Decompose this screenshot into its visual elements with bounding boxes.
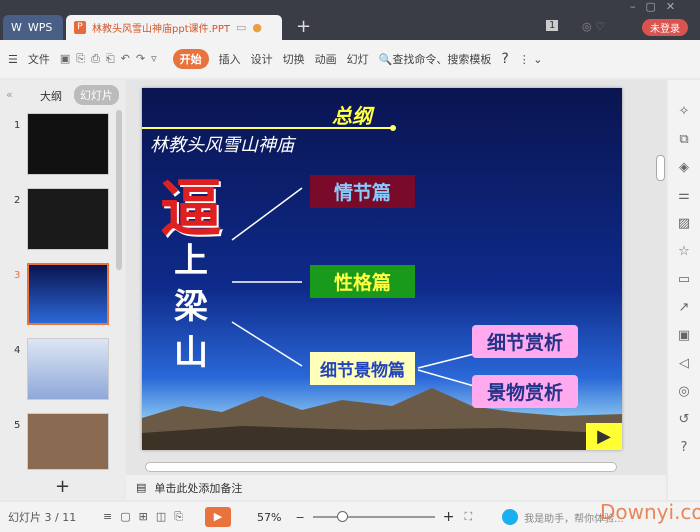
panel-scrollbar[interactable] [116, 110, 122, 270]
slides-panel: « 大纲 幻灯片 1 2 3 4 5 + [0, 80, 125, 500]
picture-icon[interactable]: ▣ [678, 328, 690, 343]
status-bar: 幻灯片 3 / 11 ≡▢⊞◫⎘ ▶ 57% − + ⛶ 我是助手，帮你体验..… [0, 502, 700, 532]
slide-number: 5 [14, 420, 21, 431]
more-icon[interactable]: ⋮ ⌄ [519, 53, 543, 66]
slide[interactable]: 总纲 林教头风雪山神庙 逼 上梁山 情节篇 性格篇 细节景物篇 细节赏析 景物赏… [142, 88, 622, 450]
slide-number: 4 [14, 345, 21, 356]
document-tab[interactable]: P 林教头风雪山神庙ppt课件.PPT ▭ ● [66, 15, 282, 40]
tab-slideshow[interactable]: 幻灯 [347, 51, 369, 67]
history-icon[interactable]: ↺ [679, 412, 690, 427]
zoom-out-button[interactable]: − [295, 511, 304, 524]
page-badge[interactable]: 1 [546, 20, 559, 31]
star-icon[interactable]: ☆ [678, 244, 690, 259]
sound-icon[interactable]: ◁ [679, 356, 689, 371]
notes-placeholder: 单击此处添加备注 [154, 481, 243, 495]
big-character: 逼 [160, 172, 223, 245]
help-icon[interactable]: ? [681, 440, 688, 455]
watermark: Downyi.com [600, 500, 700, 524]
share-icon[interactable]: ↗ [679, 300, 690, 315]
monitor-icon[interactable]: ▭ [236, 21, 246, 34]
fit-icon[interactable]: ⛶ [464, 510, 472, 524]
underline-dot [390, 125, 396, 131]
slide-thumbnail-3[interactable] [27, 263, 109, 325]
zoom-value[interactable]: 57% [257, 511, 281, 524]
slide-number: 2 [14, 195, 21, 206]
collapse-icon[interactable]: « [6, 88, 13, 101]
notes-bar[interactable]: ▤ 单击此处添加备注 [126, 475, 666, 500]
tab-insert[interactable]: 插入 [219, 51, 241, 67]
add-slide-button[interactable]: + [55, 476, 70, 497]
quick-tools[interactable]: ▣⎘⎙⎗↶↷▿ [60, 52, 163, 66]
slide-count: 幻灯片 3 / 11 [8, 511, 77, 524]
doc-tab-label: 林教头风雪山神庙ppt课件.PPT [92, 24, 230, 35]
window-controls[interactable]: –▢✕ [630, 0, 685, 13]
skin-icon[interactable]: ◎ ♡ [582, 20, 605, 33]
wps-logo-icon: W [11, 21, 22, 34]
tab-start[interactable]: 开始 [172, 49, 209, 69]
slide-thumbnail-1[interactable] [27, 113, 109, 175]
toolbar: ☰ 文件 ▣⎘⎙⎗↶↷▿ 开始 插入 设计 切换 动画 幻灯 🔍查找命令、搜索模… [0, 40, 700, 78]
magic-icon[interactable]: ✧ [679, 104, 690, 119]
search-label: 查找命令、搜索模板 [392, 53, 492, 66]
slide-number: 1 [14, 120, 21, 131]
vertical-char: 山 [174, 333, 208, 373]
view-buttons[interactable]: ≡▢⊞◫⎘ [103, 510, 191, 524]
right-sidebar: ✧ ⧉ ◈ ⚌ ▨ ☆ ▭ ↗ ▣ ◁ ◎ ↺? [668, 80, 700, 500]
search-icon: 🔍 [378, 53, 393, 66]
wps-tab-label: WPS [27, 21, 53, 34]
tab-outline[interactable]: 大纲 [40, 88, 62, 104]
zoom-slider-handle[interactable] [336, 511, 348, 522]
box-character: 性格篇 [310, 265, 415, 298]
file-menu[interactable]: 文件 [28, 51, 50, 67]
box-detail-analysis: 细节赏析 [472, 325, 578, 358]
help-button[interactable]: ? [501, 51, 508, 67]
slide-thumbnail-2[interactable] [27, 188, 109, 250]
vertical-char: 上 [174, 241, 208, 281]
tab-transition[interactable]: 切换 [283, 51, 305, 67]
play-icon[interactable]: ▶ [586, 423, 622, 450]
ppt-file-icon: P [74, 21, 86, 34]
zoom-slider[interactable] [312, 511, 435, 522]
horizontal-scrollbar[interactable] [145, 462, 617, 472]
notes-icon: ▤ [136, 481, 147, 494]
box-detail-scene: 细节景物篇 [310, 352, 415, 385]
vertical-char: 梁 [174, 287, 208, 327]
slide-title: 总纲 [332, 104, 372, 128]
slide-thumbnail-5[interactable] [27, 413, 109, 470]
slide-subtitle: 林教头风雪山神庙 [150, 135, 294, 156]
box-icon[interactable]: ▭ [678, 272, 690, 287]
settings-icon[interactable]: ⚌ [678, 188, 690, 203]
assistant-icon[interactable] [502, 509, 519, 525]
play-slideshow-button[interactable]: ▶ [205, 507, 232, 527]
tab-slides[interactable]: 幻灯片 [74, 85, 119, 105]
zoom-in-button[interactable]: + [443, 509, 455, 525]
unsaved-dot-icon: ● [252, 21, 262, 34]
title-bar: W WPS P 林教头风雪山神庙ppt课件.PPT ▭ ● + 1 ◎ ♡ 未登录 –▢… [0, 0, 700, 40]
box-plot: 情节篇 [310, 175, 415, 208]
compass-icon[interactable]: ◎ [678, 384, 689, 399]
tab-animation[interactable]: 动画 [315, 51, 337, 67]
slide-thumbnail-4[interactable] [27, 338, 109, 400]
shape-icon[interactable]: ◈ [679, 160, 689, 175]
slide-number: 3 [14, 270, 21, 281]
vertical-scrollbar[interactable] [656, 155, 665, 181]
tab-design[interactable]: 设计 [251, 51, 273, 67]
vertical-text: 上梁山 [174, 238, 214, 376]
login-button[interactable]: 未登录 [642, 19, 688, 36]
box-scene-analysis: 景物赏析 [472, 375, 578, 408]
wps-home-tab[interactable]: W WPS [3, 15, 63, 40]
image-icon[interactable]: ▨ [678, 216, 690, 231]
new-tab-button[interactable]: + [296, 16, 311, 37]
menu-icon[interactable]: ☰ [8, 53, 18, 66]
search-command[interactable]: 🔍查找命令、搜索模板 [379, 51, 492, 67]
copy-icon[interactable]: ⧉ [679, 132, 688, 147]
